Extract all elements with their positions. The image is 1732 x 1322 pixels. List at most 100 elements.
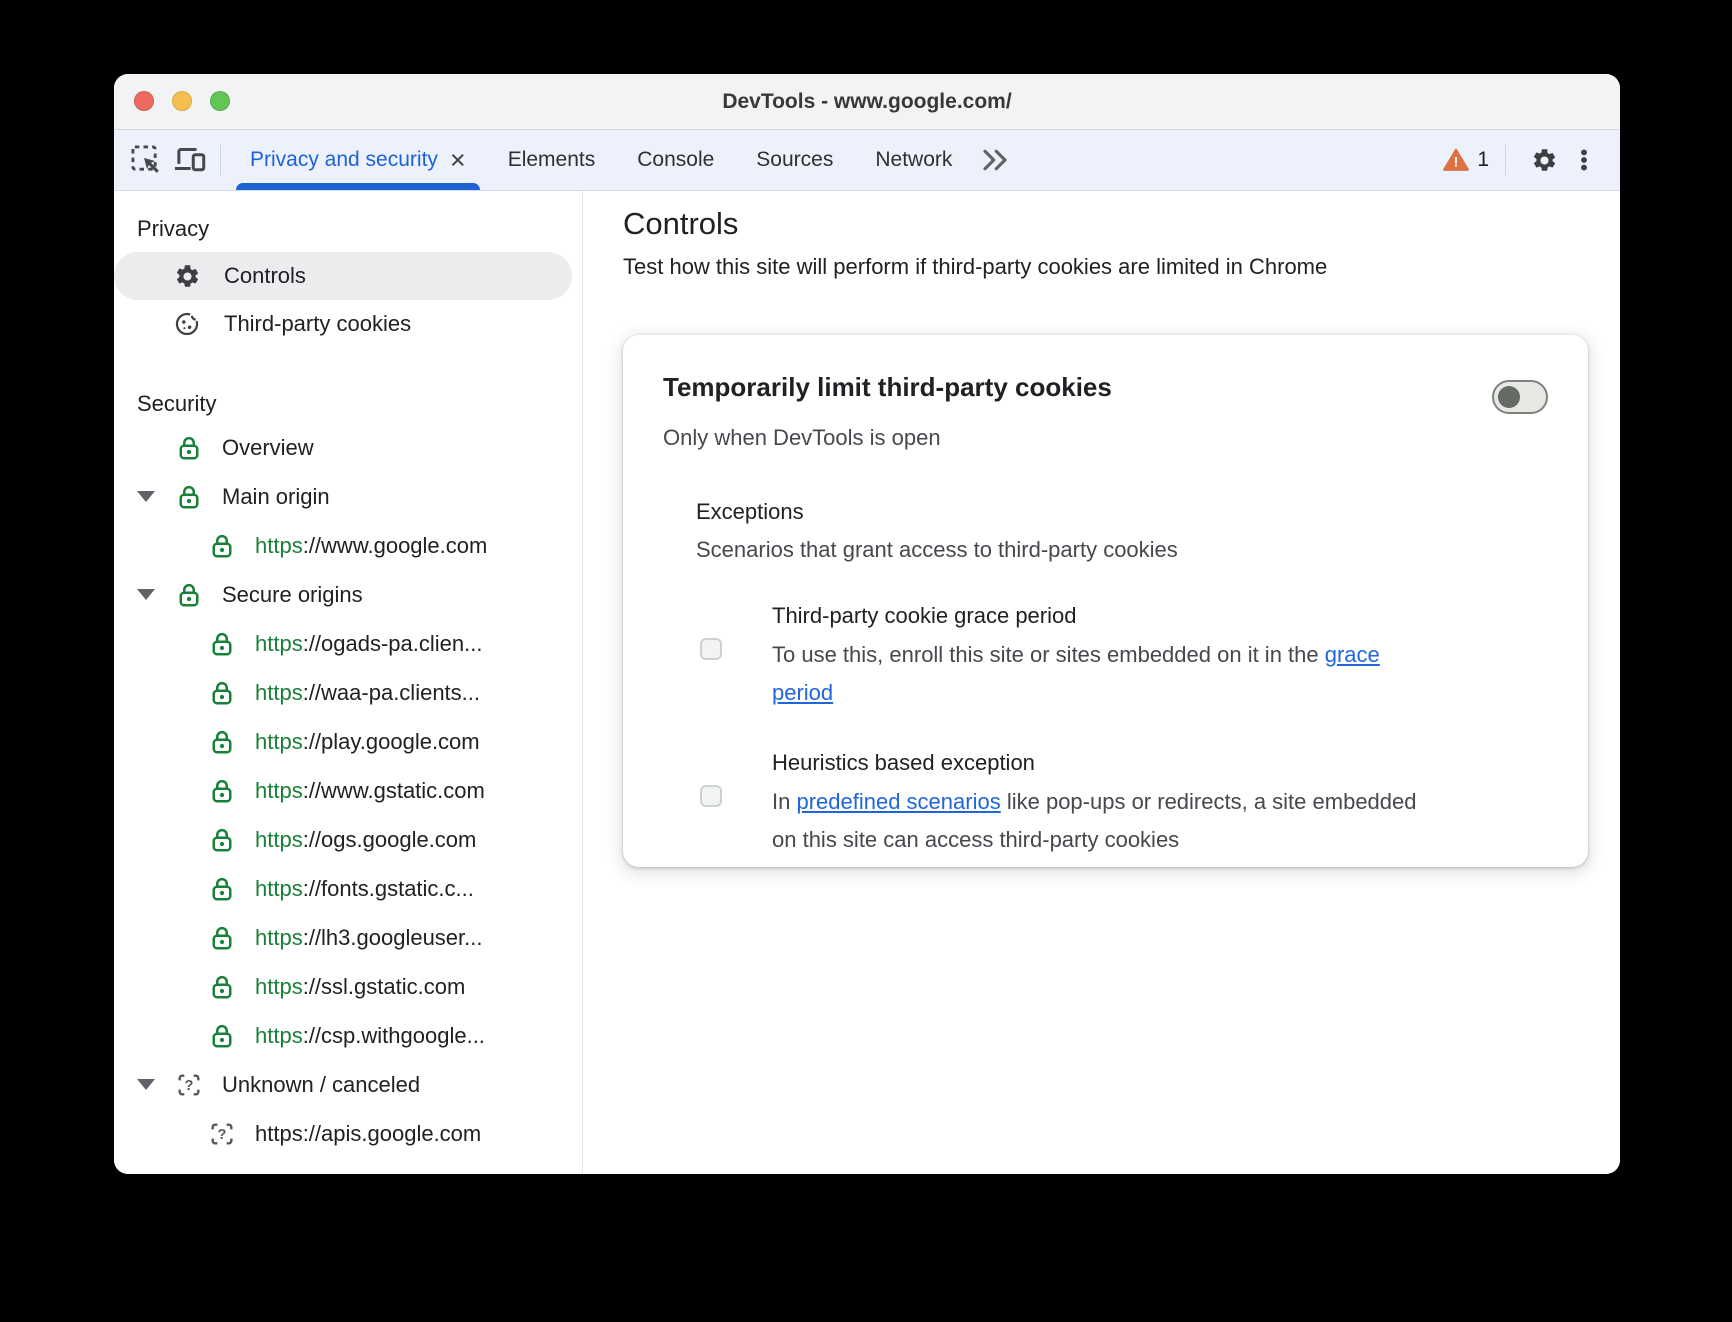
scheme-text: https [255, 679, 303, 705]
sidebar-item-label: Controls [224, 263, 306, 288]
scheme-text: https [255, 777, 303, 803]
tree-item-https-apis-google-com[interactable]: ? https://apis.google.com [114, 1109, 582, 1158]
lock-icon [212, 681, 232, 704]
tree-item-https-fonts-gstatic-c[interactable]: https://fonts.gstatic.c... [114, 864, 582, 913]
tree-item-label: Unknown / canceled [222, 1072, 420, 1098]
origin-text: ://ssl.gstatic.com [302, 973, 466, 999]
lock-icon [179, 583, 199, 606]
expander-icon[interactable] [137, 1079, 155, 1090]
issues-count: 1 [1477, 148, 1489, 171]
lock-icon [212, 632, 232, 655]
tree-item-https-www-gstatic-com[interactable]: https://www.gstatic.com [114, 766, 582, 815]
tree-icon-slot: ? [174, 1070, 204, 1100]
tree-icon-slot [207, 678, 237, 708]
more-options-button[interactable] [1566, 138, 1602, 182]
exception-description: In predefined scenarios like pop-ups or … [772, 783, 1427, 859]
page-subtitle: Test how this site will perform if third… [623, 254, 1328, 279]
tree-item-main-origin[interactable]: Main origin [114, 472, 582, 521]
tree-item-unknown-canceled[interactable]: ? Unknown / canceled [114, 1060, 582, 1109]
exception-text-column: Heuristics based exception In predefined … [772, 748, 1427, 859]
tree-item-label: https://ogads-pa.clien... [255, 631, 482, 657]
device-icon [174, 148, 206, 172]
tree-icon-slot [207, 531, 237, 561]
controls-panel: Controls Test how this site will perform… [583, 191, 1620, 1174]
lock-icon [179, 485, 199, 508]
origin-text: ://waa-pa.clients... [302, 679, 481, 705]
close-window-button[interactable] [134, 91, 154, 111]
exception-item-heuristics-based-exception: Heuristics based exception In predefined … [696, 748, 1548, 859]
section-title-privacy: Privacy [137, 216, 210, 241]
tab-label: Sources [756, 148, 834, 171]
expander-slot [137, 491, 174, 502]
sidebar-item-controls[interactable]: Controls [114, 252, 572, 300]
tree-item-https-ssl-gstatic-com[interactable]: https://ssl.gstatic.com [114, 962, 582, 1011]
tab-label: Console [637, 148, 715, 171]
security-tree: Overview Main origin https://www.google.co… [114, 423, 582, 1158]
tree-icon-slot [207, 825, 237, 855]
tab-privacy-and-security[interactable]: Privacy and security × [229, 130, 487, 190]
scheme-text: https [255, 924, 303, 950]
tree-item-secure-origins[interactable]: Secure origins [114, 570, 582, 619]
tree-item-https-waa-pa-clients[interactable]: https://waa-pa.clients... [114, 668, 582, 717]
scheme-text: https [255, 1022, 303, 1048]
tree-item-https-lh3-googleuser[interactable]: https://lh3.googleuser... [114, 913, 582, 962]
tab-console[interactable]: Console [616, 130, 735, 190]
expander-slot [137, 1079, 174, 1090]
tree-item-label: Secure origins [222, 582, 363, 608]
origin-text: Main origin [222, 483, 330, 509]
tab-label: Elements [507, 148, 596, 171]
warning-icon: ! [1443, 147, 1470, 173]
tree-item-https-csp-withgoogle[interactable]: https://csp.withgoogle... [114, 1011, 582, 1060]
minimize-window-button[interactable] [172, 91, 192, 111]
origin-text: https://apis.google.com [255, 1120, 482, 1146]
gear-icon [1533, 148, 1555, 171]
tab-network[interactable]: Network [854, 130, 973, 190]
sidebar-item-third-party-cookies[interactable]: Third-party cookies [114, 300, 572, 348]
more-tabs-button[interactable] [973, 138, 1017, 182]
tree-item-https-ogs-google-com[interactable]: https://ogs.google.com [114, 815, 582, 864]
tree-item-https-www-google-com[interactable]: https://www.google.com [114, 521, 582, 570]
exception-label: Third-party cookie grace period [772, 603, 1077, 628]
tree-icon-slot [207, 923, 237, 953]
tab-sources[interactable]: Sources [735, 130, 854, 190]
tree-item-label: https://lh3.googleuser... [255, 925, 483, 951]
expander-slot [137, 589, 174, 600]
exception-label: Heuristics based exception [772, 750, 1035, 775]
zoom-window-button[interactable] [210, 91, 230, 111]
svg-text:?: ? [185, 1078, 194, 1094]
section-title-security: Security [137, 391, 217, 416]
gear-icon [176, 264, 198, 287]
origin-text: Unknown / canceled [222, 1071, 421, 1097]
svg-text:!: ! [1454, 154, 1459, 170]
predefined-scenarios-link[interactable]: predefined scenarios [796, 789, 1000, 814]
tree-item-label: https://waa-pa.clients... [255, 680, 480, 706]
heuristics-based-exception-checkbox[interactable] [700, 785, 722, 807]
window-title: DevTools - www.google.com/ [722, 89, 1012, 113]
scheme-text: https [255, 875, 303, 901]
third-party-cookie-grace-period-checkbox[interactable] [700, 638, 722, 660]
tree-item-https-ogads-pa-clien[interactable]: https://ogads-pa.clien... [114, 619, 582, 668]
expander-icon[interactable] [137, 589, 155, 600]
tab-elements[interactable]: Elements [487, 130, 617, 190]
scheme-text: https [255, 532, 303, 558]
svg-text:?: ? [218, 1127, 227, 1143]
device-toolbar-button[interactable] [168, 138, 212, 182]
tree-icon-slot [207, 776, 237, 806]
lock-icon [179, 436, 199, 459]
close-tab-icon[interactable]: × [450, 147, 466, 174]
lock-icon [212, 779, 232, 802]
tree-icon-slot [207, 972, 237, 1002]
tree-item-overview[interactable]: Overview [114, 423, 582, 472]
settings-button[interactable] [1522, 138, 1566, 182]
cookie-icon [175, 311, 200, 336]
tree-item-label: https://fonts.gstatic.c... [255, 876, 474, 902]
exception-description: To use this, enroll this site or sites e… [772, 636, 1427, 712]
origin-text: ://fonts.gstatic.c... [302, 875, 474, 901]
inspect-element-button[interactable] [124, 138, 168, 182]
issues-badge[interactable]: ! 1 [1443, 147, 1489, 173]
exceptions-section: Exceptions Scenarios that grant access t… [696, 497, 1548, 859]
checkbox-column [696, 748, 772, 859]
tree-item-https-play-google-com[interactable]: https://play.google.com [114, 717, 582, 766]
expander-icon[interactable] [137, 491, 155, 502]
limit-cookies-toggle[interactable] [1492, 380, 1548, 414]
